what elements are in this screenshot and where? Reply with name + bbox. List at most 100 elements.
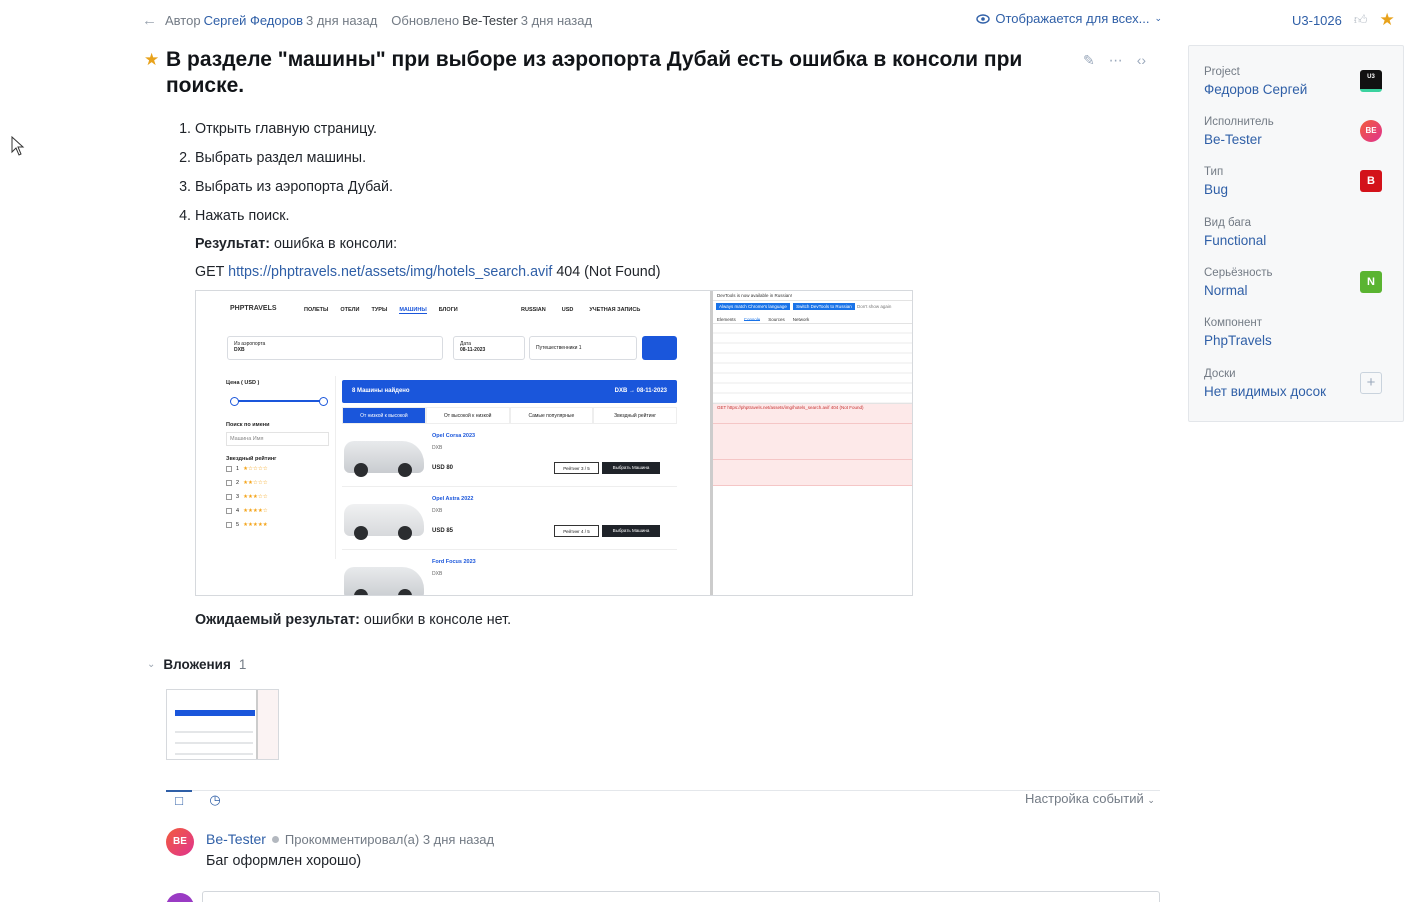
site-filter-panel: Цена ( USD ) Поиск по имени Машина Имя З… bbox=[226, 376, 336, 559]
site-results-route: DXB → 08-11-2023 bbox=[614, 388, 667, 394]
field-project: Project Федоров Сергей U3 bbox=[1204, 66, 1394, 97]
issue-meta-bar: ← Автор Сергей Федоров 3 дня назад Обнов… bbox=[142, 11, 1162, 29]
field-severity: Серьёзность Normal N bbox=[1204, 267, 1394, 298]
assignee-avatar: BE bbox=[1360, 120, 1382, 142]
get-status: 404 (Not Found) bbox=[556, 264, 661, 280]
current-user-avatar[interactable] bbox=[166, 893, 194, 902]
phptravels-logo: PHPTRAVELS bbox=[230, 305, 277, 312]
car-price: USD 80 bbox=[432, 465, 454, 471]
attachments-header[interactable]: ⌄ Вложения 1 bbox=[147, 657, 246, 672]
issue-fields-panel: Project Федоров Сергей U3 Исполнитель Be… bbox=[1188, 45, 1404, 422]
car-code: DXB bbox=[432, 508, 443, 514]
new-comment-input[interactable] bbox=[202, 891, 1160, 902]
event-settings-dropdown[interactable]: Настройка событий ⌄ bbox=[1025, 791, 1155, 806]
updated-by[interactable]: Be-Tester bbox=[462, 13, 518, 28]
eye-icon bbox=[976, 13, 991, 24]
expected-text: ошибки в консоле нет. bbox=[363, 612, 512, 628]
devtools-btn: Always match Chrome's language bbox=[716, 303, 790, 310]
site-from-field: Из аэропорта DXB bbox=[227, 336, 443, 360]
car-code: DXB bbox=[432, 445, 443, 451]
devtools-panel: DevTools is now available in Russian! Al… bbox=[710, 291, 912, 595]
expected-paragraph: Ожидаемый результат: ошибки в консоле не… bbox=[195, 611, 511, 629]
site-price-slider bbox=[230, 397, 328, 406]
site-nav-item: ОТЕЛИ bbox=[340, 307, 360, 313]
comment-text: Баг оформлен хорошо) bbox=[206, 853, 362, 869]
embedded-screenshot[interactable]: PHPTRAVELS ПОЛЕТЫ ОТЕЛИ ТУРЫ МАШИНЫ БЛОГ… bbox=[195, 290, 913, 596]
result-label: Результат: bbox=[195, 236, 270, 252]
component-link[interactable]: PhpTravels bbox=[1204, 333, 1394, 348]
get-url-link[interactable]: https://phptravels.net/assets/img/hotels… bbox=[228, 264, 552, 280]
car-rating: Рейтинг 4 / 5 bbox=[554, 525, 599, 537]
devtools-settings bbox=[713, 324, 912, 404]
star-icon[interactable]: ★ bbox=[1379, 10, 1394, 30]
site-car-card: Opel Corsa 2023 DXB USD 80 Рейтинг 3 / 5… bbox=[342, 427, 677, 487]
activity-tabs: □ ◷ bbox=[166, 790, 228, 809]
comment-header: Be-Tester Прокомментировал(а) 3 дня наза… bbox=[206, 831, 494, 847]
thumbs-up-icon[interactable]: 👍︎ bbox=[1354, 12, 1368, 28]
add-board-icon[interactable]: + bbox=[1360, 372, 1382, 394]
comments-tab-icon[interactable]: □ bbox=[166, 790, 192, 808]
result-text: ошибка в консоли: bbox=[273, 236, 398, 252]
expected-label: Ожидаемый результат: bbox=[195, 612, 360, 628]
author-link[interactable]: Сергей Федоров bbox=[204, 13, 303, 28]
site-rating-row: 1 ★☆☆☆☆ bbox=[226, 462, 335, 476]
site-travelers-field: Путешественники 1 bbox=[529, 336, 637, 360]
updated-label: Обновлено bbox=[391, 12, 460, 28]
attachments-count: 1 bbox=[238, 657, 247, 672]
site-results-header: 8 Машины найдено DXB → 08-11-2023 bbox=[342, 380, 677, 403]
site-rating-row: 5 ★★★★★ bbox=[226, 518, 335, 532]
get-prefix: GET bbox=[195, 264, 225, 280]
site-language: RUSSIAN bbox=[521, 307, 546, 313]
visibility-dropdown[interactable]: Отображается для всех... ⌄ bbox=[976, 11, 1162, 26]
steps-list: Открыть главную страницу. Выбрать раздел… bbox=[176, 119, 1156, 235]
issue-description: Открыть главную страницу. Выбрать раздел… bbox=[176, 119, 1156, 235]
site-price-label: Цена ( USD ) bbox=[226, 380, 260, 386]
devtools-btn: Switch DevTools to Russian bbox=[793, 303, 855, 310]
history-tab-icon[interactable]: ◷ bbox=[202, 791, 228, 809]
step-item: Выбрать раздел машины. bbox=[195, 148, 1156, 177]
devtools-error-stack bbox=[713, 424, 912, 460]
comment-author-link[interactable]: Be-Tester bbox=[206, 831, 266, 847]
star-icon[interactable]: ★ bbox=[144, 50, 159, 70]
bug-kind-link[interactable]: Functional bbox=[1204, 233, 1394, 248]
devtools-tab: Elements bbox=[717, 317, 736, 322]
car-code: DXB bbox=[432, 571, 443, 577]
field-bug-kind: Вид бага Functional bbox=[1204, 217, 1394, 248]
devtools-error: GET https://phptravels.net/assets/img/ho… bbox=[713, 404, 912, 424]
attachment-thumbnail[interactable] bbox=[166, 689, 279, 760]
status-dot bbox=[271, 835, 279, 843]
code-icon[interactable]: ‹› bbox=[1137, 52, 1146, 69]
site-rating-row: 3 ★★★☆☆ bbox=[226, 490, 335, 504]
chevron-down-icon: ⌄ bbox=[147, 659, 156, 670]
edit-pencil-icon[interactable]: ✎ bbox=[1083, 52, 1095, 69]
site-sort-tab: Самые популярные bbox=[509, 407, 594, 424]
car-price: USD 85 bbox=[432, 528, 454, 534]
issue-id-link[interactable]: U3-1026 bbox=[1292, 13, 1342, 28]
site-car-card: Ford Focus 2023 DXB bbox=[342, 553, 677, 595]
event-settings-label: Настройка событий bbox=[1025, 791, 1144, 806]
car-name: Ford Focus 2023 bbox=[432, 559, 476, 565]
site-rating-row: 4 ★★★★☆ bbox=[226, 504, 335, 518]
devtools-tab: Console bbox=[743, 317, 761, 322]
car-name: Opel Corsa 2023 bbox=[432, 433, 476, 439]
site-rating-row: 2 ★★☆☆☆ bbox=[226, 476, 335, 490]
site-results: 8 Машины найдено DXB → 08-11-2023 От низ… bbox=[342, 380, 677, 595]
car-image bbox=[344, 567, 424, 595]
title-actions: ✎ ⋯ ‹› bbox=[1083, 52, 1146, 69]
site-nav-item: БЛОГИ bbox=[438, 307, 458, 313]
avatar[interactable]: BE bbox=[166, 828, 194, 856]
site-nav-item: МАШИНЫ bbox=[399, 307, 427, 314]
site-sort-tabs: От низкой к высокой От высокой к низкой … bbox=[342, 407, 677, 424]
site-nav: ПОЛЕТЫ ОТЕЛИ ТУРЫ МАШИНЫ БЛОГИ bbox=[304, 307, 458, 314]
field-label: Компонент bbox=[1204, 317, 1262, 329]
car-image bbox=[344, 504, 424, 540]
mouse-cursor-icon bbox=[11, 136, 25, 156]
activity-divider bbox=[166, 790, 1160, 791]
car-image bbox=[344, 441, 424, 477]
more-options-icon[interactable]: ⋯ bbox=[1109, 52, 1123, 69]
site-nav-right: RUSSIAN USD УЧЕТНАЯ ЗАПИСЬ bbox=[521, 307, 640, 313]
back-arrow-icon[interactable]: ← bbox=[142, 12, 157, 29]
site-sort-tab: От низкой к высокой bbox=[342, 407, 426, 424]
site-account: УЧЕТНАЯ ЗАПИСЬ bbox=[589, 307, 641, 313]
car-select-button: Выбрать Машина bbox=[602, 462, 660, 474]
